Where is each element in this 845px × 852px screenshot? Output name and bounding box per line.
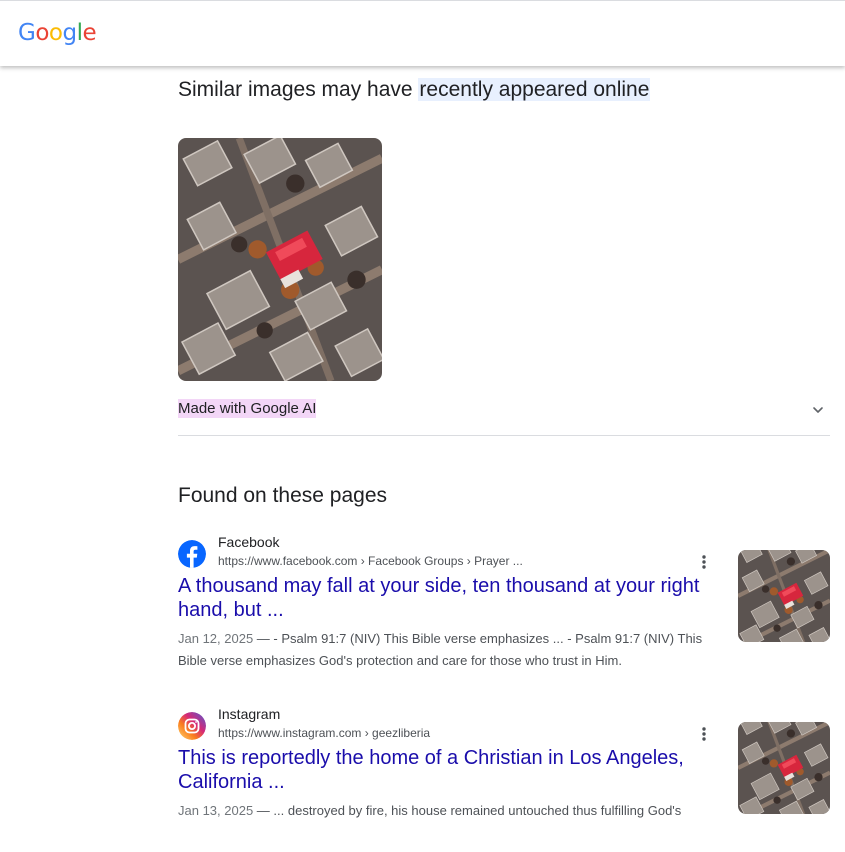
made-with-google-ai-label: Made with Google AI bbox=[178, 399, 317, 418]
more-options-icon[interactable] bbox=[694, 552, 714, 572]
result-date: Jan 13, 2025 bbox=[178, 803, 254, 818]
result-facebook: Facebook https://www.facebook.com › Face… bbox=[178, 530, 830, 680]
result-snippet-text: — - Psalm 91:7 (NIV) This Bible verse em… bbox=[178, 631, 703, 668]
more-options-icon[interactable] bbox=[694, 724, 714, 744]
logo-letter: e bbox=[82, 20, 97, 46]
logo-letter: o bbox=[35, 20, 49, 46]
instagram-icon bbox=[178, 712, 206, 740]
result-url[interactable]: https://www.instagram.com › geezliberia bbox=[218, 726, 430, 740]
header: Google bbox=[0, 0, 845, 66]
similar-title-prefix: Similar images may have bbox=[178, 78, 419, 101]
google-logo[interactable]: Google bbox=[18, 20, 97, 46]
aerial-burned-neighborhood-photo bbox=[738, 550, 830, 642]
chevron-down-icon[interactable] bbox=[810, 402, 826, 418]
result-instagram: Instagram https://www.instagram.com › ge… bbox=[178, 702, 830, 852]
aerial-burned-neighborhood-photo bbox=[178, 138, 382, 381]
result-thumbnail[interactable] bbox=[738, 550, 830, 642]
facebook-icon bbox=[178, 540, 206, 568]
result-thumbnail[interactable] bbox=[738, 722, 830, 814]
logo-letter: G bbox=[18, 20, 36, 46]
logo-letter: o bbox=[48, 20, 63, 46]
result-site-name: Instagram bbox=[218, 706, 281, 722]
result-snippet: Jan 13, 2025 — ... destroyed by fire, hi… bbox=[178, 800, 723, 822]
result-site-name: Facebook bbox=[218, 534, 280, 550]
result-date: Jan 12, 2025 bbox=[178, 631, 254, 646]
similar-image-thumbnail[interactable] bbox=[178, 138, 382, 381]
result-title-link[interactable]: A thousand may fall at your side, ten th… bbox=[178, 574, 723, 622]
similar-title-highlight: recently appeared online bbox=[418, 78, 651, 101]
made-with-google-ai-row[interactable]: Made with Google AI bbox=[178, 396, 830, 436]
found-on-pages-heading: Found on these pages bbox=[178, 484, 387, 507]
aerial-burned-neighborhood-photo bbox=[738, 722, 830, 814]
result-url[interactable]: https://www.facebook.com › Facebook Grou… bbox=[218, 554, 523, 568]
result-title-link[interactable]: This is reportedly the home of a Christi… bbox=[178, 746, 723, 794]
similar-images-heading: Similar images may have recently appeare… bbox=[178, 78, 651, 102]
result-snippet-text: — ... destroyed by fire, his house remai… bbox=[253, 803, 682, 818]
logo-letter: g bbox=[62, 20, 77, 46]
result-snippet: Jan 12, 2025 — - Psalm 91:7 (NIV) This B… bbox=[178, 628, 723, 672]
